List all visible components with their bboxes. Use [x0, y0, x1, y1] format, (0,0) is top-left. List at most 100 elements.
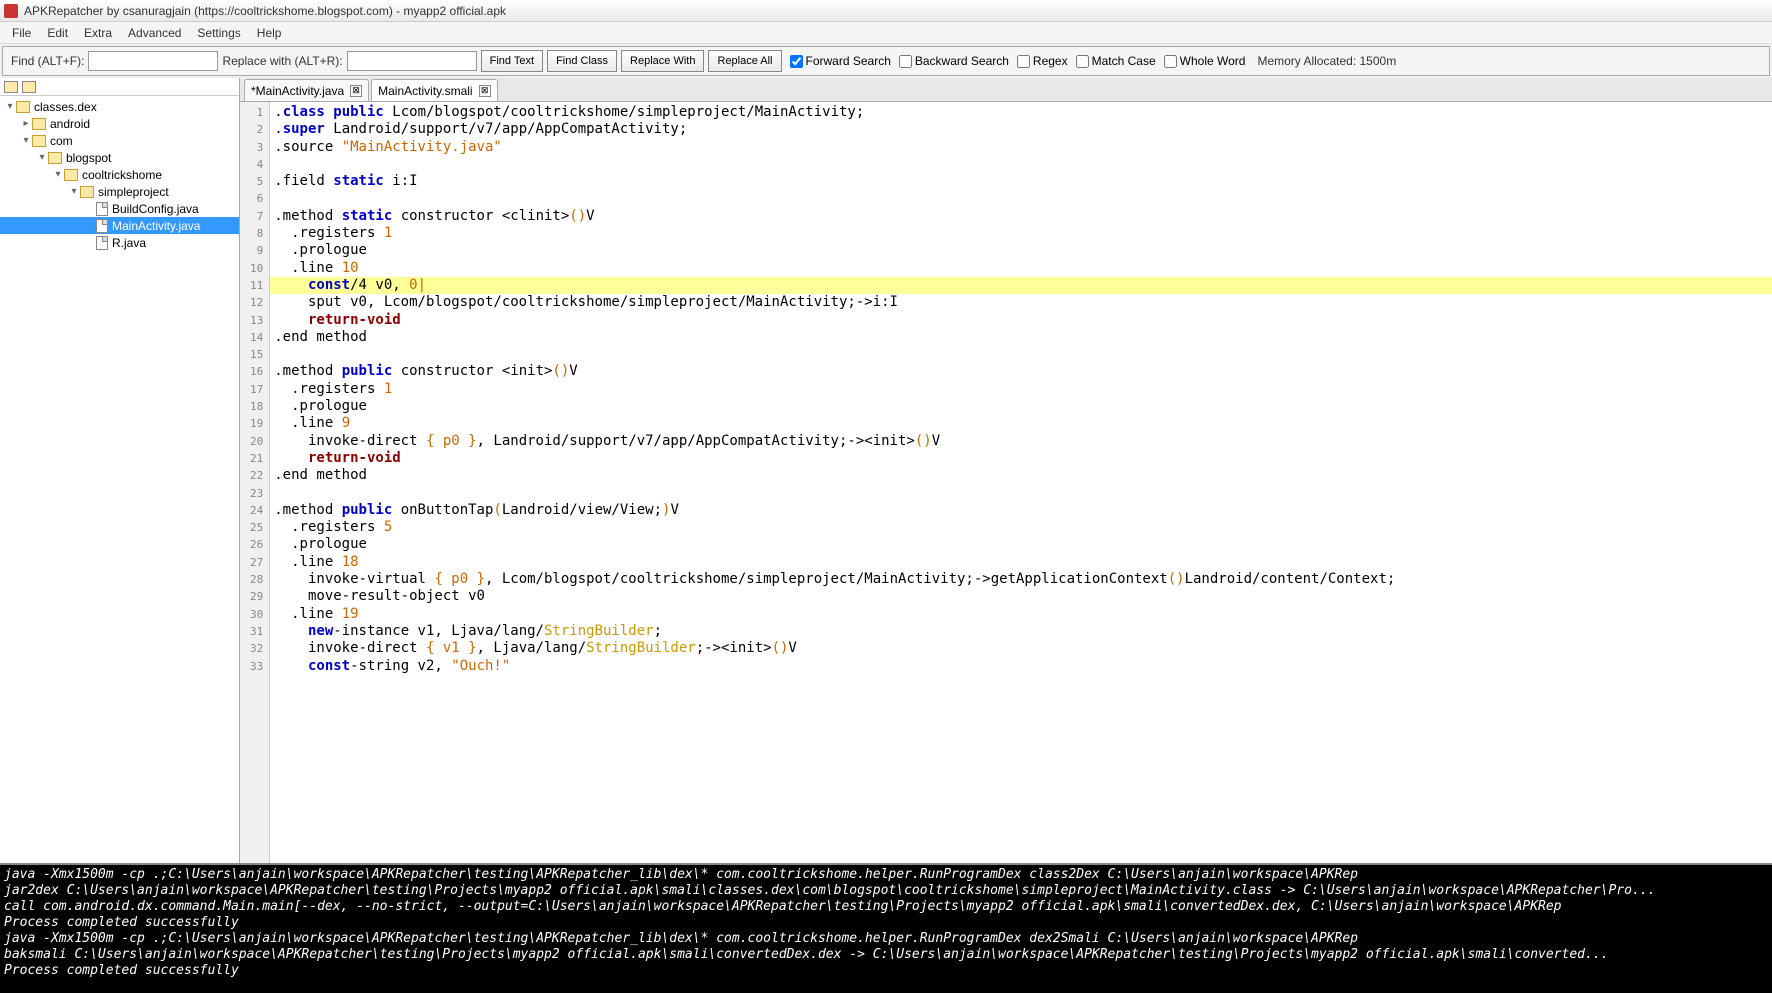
tab-label: *MainActivity.java: [251, 84, 344, 98]
tree-label: android: [50, 117, 90, 131]
expander-icon[interactable]: ▾: [52, 169, 64, 180]
file-icon: [96, 236, 108, 250]
code-line[interactable]: .method static constructor <clinit>()V: [270, 208, 1772, 225]
menubar: File Edit Extra Advanced Settings Help: [0, 22, 1772, 44]
folder-icon: [32, 135, 46, 147]
toolbar: Find (ALT+F): Replace with (ALT+R): Find…: [2, 46, 1770, 76]
tree-blogspot[interactable]: ▾ blogspot: [0, 149, 239, 166]
code-line[interactable]: sput v0, Lcom/blogspot/cooltrickshome/si…: [270, 294, 1772, 311]
whole-word-checkbox[interactable]: Whole Word: [1164, 54, 1246, 68]
code-line[interactable]: .super Landroid/support/v7/app/AppCompat…: [270, 121, 1772, 138]
editor-area: *MainActivity.java ⊠ MainActivity.smali …: [240, 78, 1772, 863]
code-line[interactable]: new-instance v1, Ljava/lang/StringBuilde…: [270, 623, 1772, 640]
console-line: java -Xmx1500m -cp .;C:\Users\anjain\wor…: [4, 931, 1768, 947]
code-line[interactable]: [270, 190, 1772, 207]
console-line: java -Xmx1500m -cp .;C:\Users\anjain\wor…: [4, 867, 1768, 883]
code-line[interactable]: invoke-direct { p0 }, Landroid/support/v…: [270, 433, 1772, 450]
tree-cooltrickshome[interactable]: ▾ cooltrickshome: [0, 166, 239, 183]
code-line[interactable]: .method public constructor <init>()V: [270, 363, 1772, 380]
menu-help[interactable]: Help: [249, 24, 290, 42]
tree-simpleproject[interactable]: ▾ simpleproject: [0, 183, 239, 200]
close-icon[interactable]: ⊠: [479, 85, 491, 97]
console: java -Xmx1500m -cp .;C:\Users\anjain\wor…: [0, 863, 1772, 993]
match-case-checkbox[interactable]: Match Case: [1076, 54, 1156, 68]
folder-icon[interactable]: [4, 81, 18, 93]
code-line[interactable]: .end method: [270, 329, 1772, 346]
menu-settings[interactable]: Settings: [189, 24, 248, 42]
file-icon: [96, 219, 108, 233]
code-line[interactable]: .line 9: [270, 415, 1772, 432]
tree-label: com: [50, 134, 73, 148]
sidebar-toolbar: [0, 78, 239, 96]
tree-label: MainActivity.java: [112, 219, 200, 233]
code-line[interactable]: invoke-direct { v1 }, Ljava/lang/StringB…: [270, 640, 1772, 657]
code-line[interactable]: .prologue: [270, 242, 1772, 259]
close-icon[interactable]: ⊠: [350, 85, 362, 97]
menu-file[interactable]: File: [4, 24, 39, 42]
find-text-button[interactable]: Find Text: [481, 50, 543, 72]
tree-root[interactable]: ▾ classes.dex: [0, 98, 239, 115]
code-line[interactable]: .class public Lcom/blogspot/cooltricksho…: [270, 104, 1772, 121]
code-line[interactable]: [270, 156, 1772, 173]
code-line[interactable]: .line 18: [270, 554, 1772, 571]
tree-label: classes.dex: [34, 100, 97, 114]
code-line[interactable]: return-void: [270, 450, 1772, 467]
folder-icon: [16, 101, 30, 113]
code-line[interactable]: .registers 1: [270, 225, 1772, 242]
regex-checkbox[interactable]: Regex: [1017, 54, 1068, 68]
code-line[interactable]: const-string v2, "Ouch!": [270, 658, 1772, 675]
expander-icon[interactable]: ▾: [68, 186, 80, 197]
expander-icon[interactable]: ▸: [20, 118, 32, 129]
code-line[interactable]: invoke-virtual { p0 }, Lcom/blogspot/coo…: [270, 571, 1772, 588]
forward-search-checkbox[interactable]: Forward Search: [790, 54, 891, 68]
code-line[interactable]: .field static i:I: [270, 173, 1772, 190]
replace-with-button[interactable]: Replace With: [621, 50, 704, 72]
code-line[interactable]: move-result-object v0: [270, 588, 1772, 605]
code-line[interactable]: const/4 v0, 0|: [270, 277, 1772, 294]
menu-edit[interactable]: Edit: [39, 24, 76, 42]
code-line[interactable]: .prologue: [270, 536, 1772, 553]
expander-icon[interactable]: ▾: [36, 152, 48, 163]
file-tree: ▾ classes.dex ▸ android ▾ com ▾: [0, 96, 239, 863]
code-line[interactable]: .source "MainActivity.java": [270, 139, 1772, 156]
expander-icon[interactable]: ▾: [4, 101, 16, 112]
folder-open-icon[interactable]: [22, 81, 36, 93]
tree-buildconfig[interactable]: BuildConfig.java: [0, 200, 239, 217]
code-line[interactable]: .line 19: [270, 606, 1772, 623]
console-line: jar2dex C:\Users\anjain\workspace\APKRep…: [4, 883, 1768, 899]
code-line[interactable]: .registers 1: [270, 381, 1772, 398]
folder-icon: [64, 169, 78, 181]
code-line[interactable]: .line 10: [270, 260, 1772, 277]
code-editor[interactable]: 1234567891011121314151617181920212223242…: [240, 102, 1772, 863]
tree-label: cooltrickshome: [82, 168, 162, 182]
replace-all-button[interactable]: Replace All: [708, 50, 781, 72]
expander-icon[interactable]: ▾: [20, 135, 32, 146]
backward-search-checkbox[interactable]: Backward Search: [899, 54, 1009, 68]
tab-mainactivity-smali[interactable]: MainActivity.smali ⊠: [371, 79, 497, 101]
code-lines[interactable]: .class public Lcom/blogspot/cooltricksho…: [270, 102, 1772, 863]
code-line[interactable]: .end method: [270, 467, 1772, 484]
tree-mainactivity[interactable]: MainActivity.java: [0, 217, 239, 234]
code-line[interactable]: return-void: [270, 312, 1772, 329]
tree-com[interactable]: ▾ com: [0, 132, 239, 149]
tree-android[interactable]: ▸ android: [0, 115, 239, 132]
console-line: baksmali C:\Users\anjain\workspace\APKRe…: [4, 947, 1768, 963]
tab-mainactivity-java[interactable]: *MainActivity.java ⊠: [244, 79, 369, 101]
find-class-button[interactable]: Find Class: [547, 50, 617, 72]
titlebar: APKRepatcher by csanuragjain (https://co…: [0, 0, 1772, 22]
console-line: Process completed successfully: [4, 915, 1768, 931]
tree-label: simpleproject: [98, 185, 169, 199]
menu-advanced[interactable]: Advanced: [120, 24, 189, 42]
find-input[interactable]: [88, 51, 218, 71]
code-line[interactable]: .method public onButtonTap(Landroid/view…: [270, 502, 1772, 519]
folder-icon: [32, 118, 46, 130]
code-line[interactable]: .prologue: [270, 398, 1772, 415]
code-line[interactable]: .registers 5: [270, 519, 1772, 536]
code-line[interactable]: [270, 346, 1772, 363]
tree-r[interactable]: R.java: [0, 234, 239, 251]
tree-label: BuildConfig.java: [112, 202, 199, 216]
folder-icon: [80, 186, 94, 198]
menu-extra[interactable]: Extra: [76, 24, 120, 42]
code-line[interactable]: [270, 485, 1772, 502]
replace-input[interactable]: [347, 51, 477, 71]
